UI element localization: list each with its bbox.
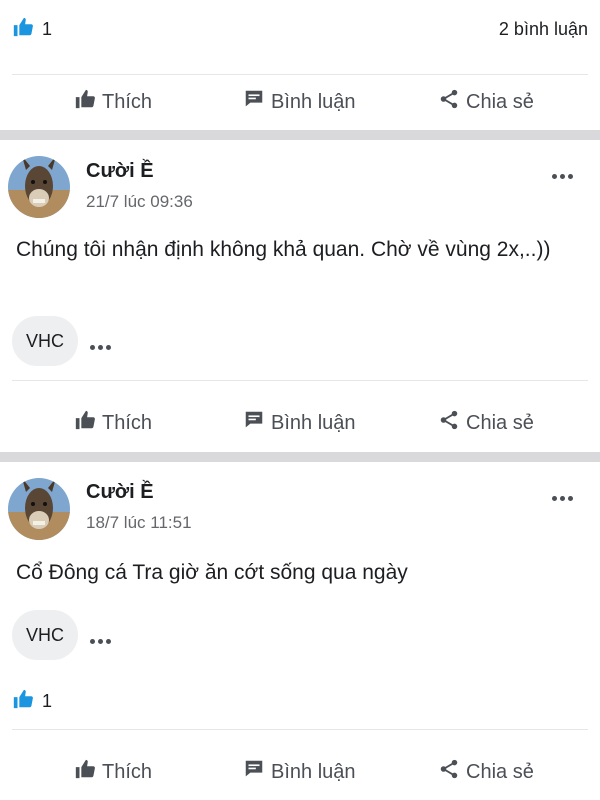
like-label: Thích [102,90,153,113]
avatar[interactable] [8,156,70,218]
avatar[interactable] [8,478,70,540]
stock-tag[interactable]: VHC [12,316,78,366]
post-time[interactable]: 21/7 lúc 09:36 [86,192,193,212]
thumbs-up-icon [74,88,102,116]
like-reaction-icon [12,688,34,715]
comment-button[interactable]: Bình luận [243,403,356,443]
like-button[interactable]: Thích [74,82,152,122]
like-button[interactable]: Thích [74,403,152,443]
share-button[interactable]: Chia sẻ [438,403,534,443]
comment-label: Bình luận [271,90,356,113]
comment-label: Bình luận [271,411,356,434]
stock-tag[interactable]: VHC [12,610,78,660]
comment-icon [243,88,271,116]
share-label: Chia sẻ [466,90,534,113]
comment-icon [243,409,271,437]
share-label: Chia sẻ [466,760,534,783]
more-dots-icon[interactable] [90,337,116,350]
comment-count[interactable]: 2 bình luận [499,19,588,40]
comment-label: Bình luận [271,760,356,783]
comment-button[interactable]: Bình luận [243,752,356,792]
post-text: Cổ Đông cá Tra giờ ăn cớt sống qua ngày [16,561,408,584]
post-separator [0,452,600,462]
share-icon [438,88,466,116]
divider [12,729,588,730]
more-dots-icon[interactable] [552,488,578,501]
share-button[interactable]: Chia sẻ [438,82,534,122]
avatar-donkey [8,478,70,540]
thumbs-up-icon [74,409,102,437]
top-reaction-row: 1 2 bình luận [12,14,588,44]
post-text: Chúng tôi nhận định không khả quan. Chờ … [16,238,551,261]
like-label: Thích [102,411,153,434]
share-icon [438,409,466,437]
action-bar: Thích Bình luận Chia sẻ [0,403,600,443]
comment-button[interactable]: Bình luận [243,82,356,122]
action-bar: Thích Bình luận Chia sẻ [0,752,600,792]
post-reaction-row: 1 [12,686,588,716]
post-separator [0,130,600,140]
more-dots-icon[interactable] [552,166,578,179]
like-count[interactable]: 1 [42,19,52,40]
more-dots-icon[interactable] [90,631,116,644]
avatar-donkey [8,156,70,218]
thumbs-up-icon [74,758,102,786]
divider [12,380,588,381]
like-button[interactable]: Thích [74,752,152,792]
share-label: Chia sẻ [466,411,534,434]
comment-icon [243,758,271,786]
like-reaction-icon [12,16,34,43]
post-author[interactable]: Cười Ề [86,481,154,504]
post-author[interactable]: Cười Ề [86,160,154,183]
post-time[interactable]: 18/7 lúc 11:51 [86,513,192,533]
share-button[interactable]: Chia sẻ [438,752,534,792]
divider [12,74,588,75]
share-icon [438,758,466,786]
action-bar: Thích Bình luận Chia sẻ [0,82,600,122]
like-count[interactable]: 1 [42,691,52,712]
like-label: Thích [102,760,153,783]
